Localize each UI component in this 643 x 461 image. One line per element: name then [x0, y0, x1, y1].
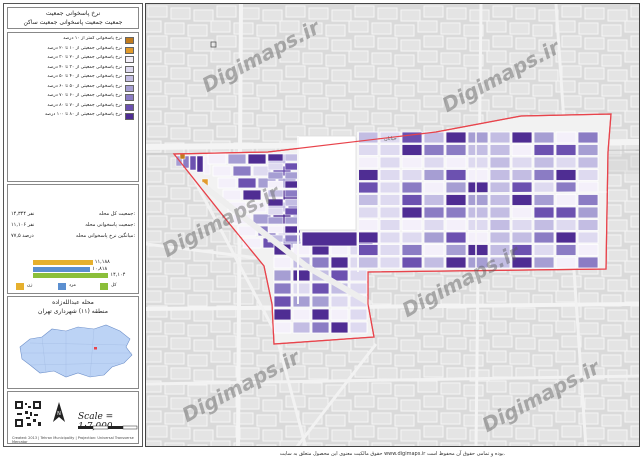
- scale-bar: [78, 425, 138, 430]
- stat-row: جمعیت کل محله: ۱۴,۳۴۴ نفر: [11, 211, 135, 219]
- statistics-box: جمعیت کل محله: ۱۴,۳۴۴ نفر جمعیت پاسخوانی م…: [7, 184, 139, 294]
- stat-value: ۱۴,۳۴۴ نفر: [11, 211, 35, 217]
- legend-label: نرخ پاسخوانی جمعیتی از ۴۰ تا ۵۰ درصد: [47, 74, 122, 79]
- legend-swatch: [125, 37, 134, 44]
- tehran-district-shape: [19, 324, 133, 378]
- main-map[interactable]: خیابان Digimaps.ir Digimaps.ir Digimaps.…: [145, 3, 640, 447]
- legend-item: نرخ پاسخوانی جمعیتی از ۶۰ تا ۷۰ درصد: [12, 93, 134, 101]
- legend-label: نرخ پاسخوانی کمتر از ۱۰ درصد: [63, 36, 122, 41]
- stat-row: جمعیت پاسخوانی محله: ۱۱,۱۰۶ نفر: [11, 222, 135, 230]
- map-title: نرخ پاسخوانی جمعیت: [45, 10, 101, 17]
- legend-swatch: [125, 84, 134, 92]
- legend-item: نرخ پاسخوانی جمعیتی از ۵۰ تا ۶۰ درصد: [12, 83, 134, 92]
- legend-panel: نرخ پاسخوانی جمعیت جمعیت جمعیت پاسخوانی …: [3, 3, 143, 447]
- legend-swatch: [125, 46, 134, 54]
- bar-legend-swatch: [58, 283, 66, 290]
- stat-value: ۷۷,۵ درصد: [11, 233, 34, 239]
- legend-swatch: [125, 56, 134, 63]
- road-label: خیابان: [384, 136, 397, 142]
- legend-item: نرخ پاسخوانی کمتر از ۱۰ درصد: [12, 36, 134, 44]
- population-bar: [33, 260, 93, 265]
- bar-legend-label: کل: [111, 283, 117, 288]
- legend-swatch: [125, 75, 134, 82]
- legend-item: نرخ پاسخوانی جمعیتی از ۴۰ تا ۵۰ درصد: [12, 74, 134, 82]
- legend-swatch: [125, 94, 134, 101]
- legend-label: نرخ پاسخوانی جمعیتی از ۳۰ تا ۴۰ درصد: [47, 64, 122, 70]
- legend-label: نرخ پاسخوانی جمعیتی از ۲۰ تا ۳۰ درصد: [47, 55, 122, 60]
- legend-box: نرخ پاسخوانی کمتر از ۱۰ درصد نرخ پاسخوانی…: [7, 32, 139, 182]
- svg-text:N: N: [57, 411, 61, 417]
- district-name: منطقه (۱۱) شهرداری تهران: [38, 308, 108, 315]
- legend-label: نرخ پاسخوانی جمعیتی از ۸۰ تا ۱۰۰ درصد: [44, 112, 122, 117]
- bar-value: ۱۰,۸۱۸: [92, 265, 108, 272]
- location-box: محله عبدالله‌زاده منطقه (۱۱) شهرداری تهر…: [7, 296, 139, 389]
- legend-label: نرخ پاسخوانی جمعیتی از ۶۰ تا ۷۰ درصد: [47, 93, 122, 98]
- stat-label: میانگین نرخ پاسخوانی محله:: [75, 233, 135, 239]
- population-bar: [33, 266, 91, 272]
- copyright-footer: حقوق مالکیت معنوی این محصول متعلق به سای…: [279, 451, 506, 457]
- neighborhood-name: محله عبدالله‌زاده: [52, 299, 94, 306]
- legend-item: نرخ پاسخوانی جمعیتی از ۱۰ تا ۲۰ درصد: [12, 45, 134, 54]
- stat-label: جمعیت پاسخوانی محله:: [85, 222, 135, 228]
- bar-value: ۱۴,۱۰۴: [110, 272, 126, 278]
- credit-text: Created: 2013 | Tehran Municipality | Pr…: [12, 436, 134, 444]
- legend-label: نرخ پاسخوانی جمعیتی از ۱۰ تا ۲۰ درصد: [47, 45, 122, 51]
- stat-row: میانگین نرخ پاسخوانی محله: ۷۷,۵ درصد: [11, 233, 135, 241]
- north-arrow-icon: N: [53, 402, 65, 422]
- legend-swatch: [125, 103, 134, 111]
- bar-legend-label: مرد: [69, 283, 76, 288]
- legend-item: نرخ پاسخوانی جمعیتی از ۲۰ تا ۳۰ درصد: [12, 55, 134, 63]
- legend-swatch: [125, 113, 134, 120]
- population-bar: [33, 273, 109, 278]
- bar-value: ۱۱,۱۸۸: [94, 259, 110, 265]
- bar-legend-swatch: [100, 283, 108, 290]
- locator-map: [19, 324, 133, 378]
- scale-box: N Scale = 1:7,000 Created: 2013 | Tehran…: [7, 391, 139, 444]
- qr-code-icon: [14, 400, 42, 428]
- legend-label: نرخ پاسخوانی جمعیتی از ۵۰ تا ۶۰ درصد: [47, 83, 122, 89]
- legend-item: نرخ پاسخوانی جمعیتی از ۷۰ تا ۸۰ درصد: [12, 102, 134, 111]
- stat-label: جمعیت کل محله:: [98, 211, 135, 217]
- bar-legend-label: زن: [27, 283, 33, 288]
- legend-label: نرخ پاسخوانی جمعیتی از ۷۰ تا ۸۰ درصد: [47, 102, 122, 108]
- map-subtitle: جمعیت جمعیت پاسخوانی جمعیت ساکن: [23, 19, 123, 26]
- legend-swatch: [125, 65, 134, 73]
- legend-item: نرخ پاسخوانی جمعیتی از ۸۰ تا ۱۰۰ درصد: [12, 112, 134, 120]
- legend-item: نرخ پاسخوانی جمعیتی از ۳۰ تا ۴۰ درصد: [12, 64, 134, 73]
- bar-legend-swatch: [16, 283, 24, 290]
- neighborhood-marker: [94, 347, 97, 350]
- panel-title-box: نرخ پاسخوانی جمعیت جمعیت جمعیت پاسخوانی …: [7, 7, 139, 29]
- stat-value: ۱۱,۱۰۶ نفر: [11, 222, 35, 228]
